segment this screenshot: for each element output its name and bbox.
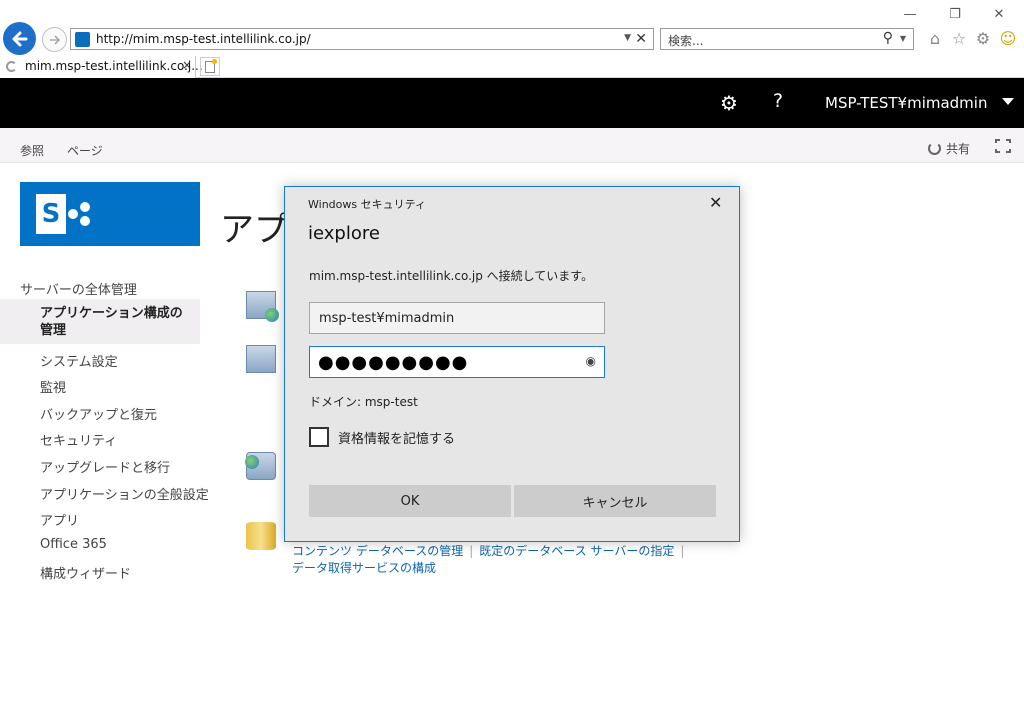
web-applications-icon [246,291,279,322]
search-placeholder: 検索... [668,34,704,48]
address-dropdown-icon[interactable]: ▼ [624,33,631,43]
dialog-message: mim.msp-test.intellilink.co.jp へ接続しています。 [309,269,594,283]
manage-content-databases-link[interactable]: コンテンツ データベースの管理 [292,544,463,558]
forward-button[interactable] [42,27,67,52]
search-input[interactable]: 検索... ⚲ ▼ [660,28,914,50]
share-label: 共有 [946,142,971,156]
arrow-left-icon [12,31,27,46]
site-collections-icon [245,452,276,480]
nav-item-system-settings[interactable]: システム設定 [40,351,118,370]
logo-nodes-icon [68,202,92,226]
nav-item-general-settings[interactable]: アプリケーションの全般設定 [40,484,209,503]
link-separator: | [680,544,685,558]
nav-item-wizards[interactable]: 構成ウィザード [40,563,131,582]
address-url: http://mim.msp-test.intellilink.co.jp/ [96,32,311,46]
nav-item-upgrade-migration[interactable]: アップグレードと移行 [40,457,170,476]
new-tab-button[interactable] [200,57,220,76]
page-title: アプリケーション構成の管理 [220,210,290,250]
window-close-icon[interactable]: ✕ [984,4,1014,24]
username-field[interactable]: msp-test¥mimadmin [309,302,605,334]
ribbon: 参照 ページ 共有 [0,128,1024,163]
restore-icon[interactable]: ❐ [940,4,970,24]
ribbon-tab-page[interactable]: ページ [67,142,103,159]
address-bar[interactable]: http://mim.msp-test.intellilink.co.jp/ ▼… [70,28,654,50]
nav-item-selected[interactable]: アプリケーション構成の管理 [0,299,200,344]
password-field[interactable]: ●●●●●●●●● ◉ [309,346,605,378]
nav-item-monitoring[interactable]: 監視 [40,377,66,396]
sharepoint-favicon-icon [75,32,90,47]
smiley-feedback-icon[interactable]: ☺ [998,28,1018,48]
suite-bar: ⚙ ? MSP-TEST¥mimadmin [0,78,1024,128]
user-menu-caret-icon[interactable] [1002,98,1014,105]
data-retrieval-service-link[interactable]: データ取得サービスの構成 [292,561,436,575]
password-mask: ●●●●●●●●● [318,352,469,373]
user-menu[interactable]: MSP-TEST¥mimadmin [825,94,987,112]
search-icon[interactable]: ⚲ [883,30,893,46]
dialog-app-name: iexplore [308,223,380,244]
nav-item-apps[interactable]: アプリ [40,510,79,529]
windows-security-dialog: Windows セキュリティ ✕ iexplore mim.msp-test.i… [284,186,740,542]
sharepoint-logo[interactable]: S [20,182,200,246]
help-icon[interactable]: ? [773,90,783,112]
nav-item-backup-restore[interactable]: バックアップと復元 [40,404,157,423]
dialog-close-icon[interactable]: ✕ [709,193,722,212]
focus-on-content-icon[interactable] [994,138,1012,154]
tab-strip: mim.msp-test.intellilink.co.j... × [0,56,1024,78]
domain-label: ドメイン: msp-test [309,395,418,409]
database-links-row: コンテンツ データベースの管理 | 既定のデータベース サーバーの指定 | [292,542,690,559]
settings-gear-icon[interactable]: ⚙ [720,91,738,115]
cancel-button[interactable]: キャンセル [514,485,716,517]
link-separator: | [469,544,474,558]
search-dropdown-icon[interactable]: ▼ [900,34,906,43]
back-button[interactable] [3,22,36,55]
default-db-server-link[interactable]: 既定のデータベース サーバーの指定 [479,544,674,558]
home-icon[interactable]: ⌂ [925,28,945,48]
tools-gear-icon[interactable]: ⚙ [973,28,993,48]
loading-spinner-icon [6,61,17,72]
remember-credentials-checkbox[interactable] [309,427,329,447]
share-button[interactable]: 共有 [928,140,970,157]
ok-button[interactable]: OK [309,485,511,517]
nav-item-office365[interactable]: Office 365 [40,537,107,552]
nav-item-selected-label: アプリケーション構成の管理 [40,306,183,338]
ribbon-tab-browse[interactable]: 参照 [20,142,44,159]
databases-icon [246,522,276,550]
arrow-right-icon [49,34,60,45]
nav-heading[interactable]: サーバーの全体管理 [20,279,137,298]
new-tab-icon [205,58,217,73]
minimize-icon[interactable]: — [895,4,925,24]
logo-letter: S [36,194,66,234]
tab-close-icon[interactable]: × [182,58,192,72]
browser-toolbar: — ❐ ✕ http://mim.msp-test.intellilink.co… [0,0,1024,57]
nav-item-security[interactable]: セキュリティ [40,430,117,449]
database-links-row-2: データ取得サービスの構成 [292,559,436,576]
dialog-caption: Windows セキュリティ [308,198,426,211]
favorites-star-icon[interactable]: ☆ [949,28,969,48]
stop-icon[interactable]: ✕ [635,31,647,47]
browser-tab[interactable]: mim.msp-test.intellilink.co.j... × [0,56,203,78]
service-applications-icon [246,345,276,373]
reveal-password-eye-icon[interactable]: ◉ [586,354,596,368]
username-value: msp-test¥mimadmin [319,311,455,326]
tab-title: mim.msp-test.intellilink.co.j... [25,59,203,73]
share-icon [928,142,941,155]
remember-credentials-label[interactable]: 資格情報を記憶する [338,428,455,447]
